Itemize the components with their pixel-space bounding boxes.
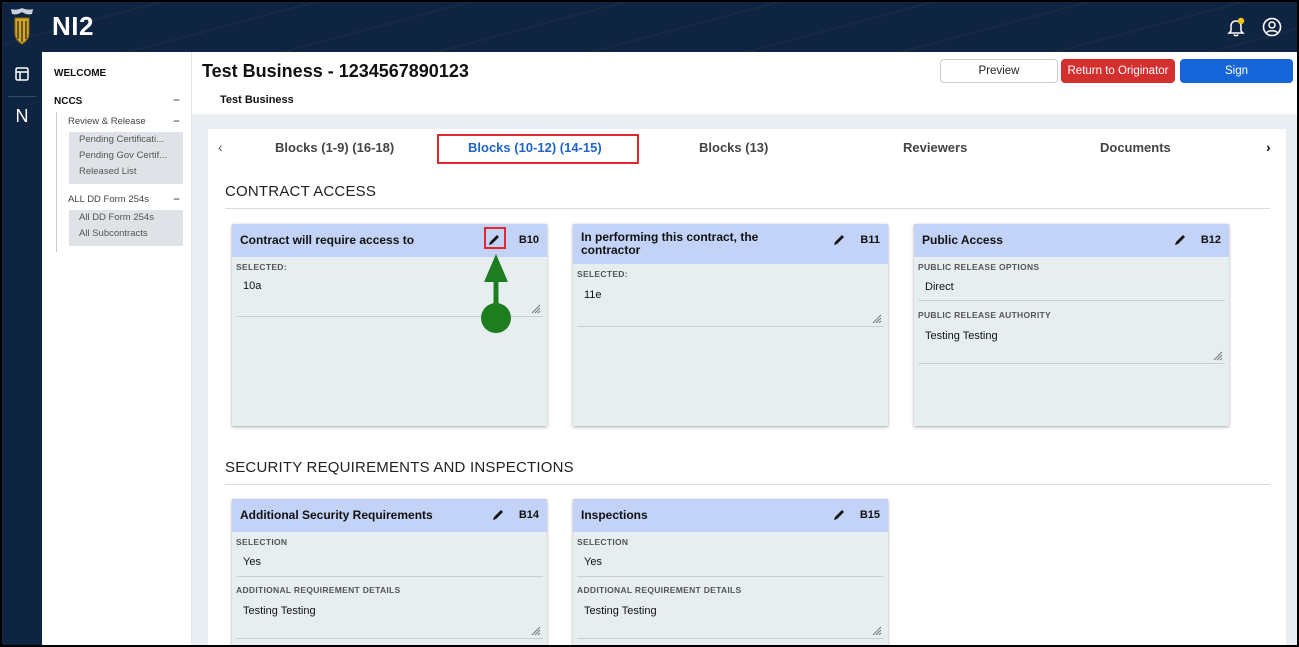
resize-handle-icon[interactable]	[872, 314, 882, 324]
card-b12: Public Access B12 PUBLIC RELEASE OPTIONS…	[914, 224, 1229, 426]
page-header: Test Business - 1234567890123 Test Busin…	[192, 52, 1297, 114]
card-b11-label: SELECTED:	[577, 269, 628, 279]
page-subtitle: Test Business	[220, 94, 294, 106]
dashboard-icon	[15, 67, 29, 81]
card-b10-title: Contract will require access to	[240, 233, 415, 247]
forms-submenu: All DD Form 254s All Subcontracts	[69, 210, 183, 246]
card-b14-code: B14	[518, 509, 539, 521]
review-submenu: Pending Certificati... Pending Gov Certi…	[69, 132, 183, 184]
card-b15-value-details[interactable]: Testing Testing	[584, 605, 657, 617]
section-divider	[225, 484, 1270, 485]
card-b11-value[interactable]: 11e	[584, 289, 602, 301]
edit-pencil-annotation	[484, 227, 506, 249]
card-b14-value-selection[interactable]: Yes	[243, 556, 261, 568]
card-b10-value[interactable]: 10a	[243, 280, 261, 292]
field-underline	[577, 576, 884, 577]
field-underline	[918, 363, 1225, 364]
field-underline	[577, 326, 884, 327]
app-frame: NI2 N WELCOME NCCS − Review & Release − …	[0, 0, 1299, 647]
nav-released-list[interactable]: Released List	[69, 164, 183, 180]
main-area: Test Business - 1234567890123 Test Busin…	[192, 52, 1297, 645]
nav-all-forms[interactable]: ALL DD Form 254s	[68, 194, 149, 205]
notification-bell-icon[interactable]	[1225, 16, 1247, 38]
card-b14-title: Additional Security Requirements	[240, 508, 433, 522]
card-b15-label-details: ADDITIONAL REQUIREMENT DETAILS	[577, 585, 742, 595]
card-b12-value-options[interactable]: Direct	[925, 281, 954, 293]
card-b14-label-selection: SELECTION	[236, 537, 288, 547]
tab-bar: ‹ Blocks (1-9) (16-18) Blocks (10-12) (1…	[208, 129, 1286, 165]
card-b15-label-selection: SELECTION	[577, 537, 629, 547]
tab-blocks-13[interactable]: Blocks (13)	[699, 140, 768, 155]
nav-pending-certification[interactable]: Pending Certificati...	[69, 132, 183, 148]
nccs-collapse-icon[interactable]: −	[173, 93, 180, 107]
left-rail: N	[2, 52, 42, 645]
edit-pencil-icon[interactable]	[832, 233, 846, 247]
forms-collapse-icon[interactable]: −	[173, 192, 180, 206]
card-b12-header: Public Access B12	[914, 224, 1229, 257]
card-b12-code: B12	[1200, 234, 1221, 246]
field-underline	[236, 638, 543, 639]
content-panel: ‹ Blocks (1-9) (16-18) Blocks (10-12) (1…	[208, 129, 1286, 645]
card-b10-code: B10	[518, 234, 539, 246]
edit-pencil-icon[interactable]	[491, 508, 505, 522]
card-b15-code: B15	[859, 509, 880, 521]
tab-prev-icon[interactable]: ‹	[218, 139, 223, 155]
card-b11: In performing this contract, the contrac…	[573, 224, 888, 426]
edit-pencil-icon[interactable]	[1173, 233, 1187, 247]
tab-blocks-1-9[interactable]: Blocks (1-9) (16-18)	[275, 140, 394, 155]
card-b15: Inspections B15 SELECTION Yes ADDITIONAL…	[573, 499, 888, 645]
resize-handle-icon[interactable]	[531, 626, 541, 636]
card-b10-label: SELECTED:	[236, 262, 287, 272]
return-to-originator-button[interactable]: Return to Originator	[1061, 59, 1175, 83]
card-b12-value-authority[interactable]: Testing Testing	[925, 330, 998, 342]
section-security-requirements: SECURITY REQUIREMENTS AND INSPECTIONS	[225, 459, 574, 476]
resize-handle-icon[interactable]	[872, 626, 882, 636]
field-underline	[236, 576, 543, 577]
top-bar: NI2	[2, 2, 1297, 52]
card-b11-code: B11	[860, 234, 880, 246]
nccs-group: Review & Release − Pending Certificati..…	[56, 112, 192, 252]
field-underline	[577, 638, 884, 639]
card-b12-title: Public Access	[922, 233, 1003, 247]
nav-nccs[interactable]: NCCS	[54, 96, 82, 107]
review-collapse-icon[interactable]: −	[173, 114, 180, 128]
nav-all-subcontracts[interactable]: All Subcontracts	[69, 226, 183, 242]
card-b12-label-options: PUBLIC RELEASE OPTIONS	[918, 262, 1040, 272]
card-b14-label-details: ADDITIONAL REQUIREMENT DETAILS	[236, 585, 401, 595]
tab-reviewers[interactable]: Reviewers	[903, 140, 967, 155]
card-b14-header: Additional Security Requirements B14	[232, 499, 547, 532]
tab-next-icon[interactable]: ›	[1266, 139, 1271, 155]
card-b11-title: In performing this contract, the contrac…	[581, 230, 759, 257]
card-b11-header: In performing this contract, the contrac…	[573, 224, 888, 264]
card-b15-header: Inspections B15	[573, 499, 888, 532]
rail-divider	[8, 96, 36, 97]
sign-button[interactable]: Sign	[1180, 59, 1293, 83]
rail-n-button[interactable]: N	[2, 98, 42, 134]
side-navigation: WELCOME NCCS − Review & Release − Pendin…	[42, 52, 192, 645]
user-account-icon[interactable]	[1261, 16, 1283, 38]
edit-pencil-icon[interactable]	[832, 508, 846, 522]
nav-review-release[interactable]: Review & Release	[68, 116, 146, 127]
nav-pending-gov-certification[interactable]: Pending Gov Certif...	[69, 148, 183, 164]
nav-all-dd-forms[interactable]: All DD Form 254s	[69, 210, 183, 226]
app-brand: NI2	[52, 11, 94, 41]
section-contract-access: CONTRACT ACCESS	[225, 183, 377, 200]
resize-handle-icon[interactable]	[1213, 351, 1223, 361]
page-title: Test Business - 1234567890123	[202, 61, 469, 81]
active-tab-annotation	[437, 134, 639, 164]
nav-welcome[interactable]: WELCOME	[54, 68, 106, 79]
card-b14: Additional Security Requirements B14 SEL…	[232, 499, 547, 645]
green-arrow-annotation-icon	[481, 254, 511, 333]
section-divider	[225, 208, 1270, 209]
field-underline	[918, 300, 1225, 301]
seal-logo-icon	[11, 8, 33, 45]
card-b15-value-selection[interactable]: Yes	[584, 556, 602, 568]
card-b12-label-authority: PUBLIC RELEASE AUTHORITY	[918, 310, 1051, 320]
resize-handle-icon[interactable]	[531, 304, 541, 314]
rail-dashboard-button[interactable]	[2, 56, 42, 92]
card-b14-value-details[interactable]: Testing Testing	[243, 605, 316, 617]
card-b15-title: Inspections	[581, 508, 648, 522]
tab-documents[interactable]: Documents	[1100, 140, 1171, 155]
preview-button[interactable]: Preview	[940, 59, 1058, 83]
